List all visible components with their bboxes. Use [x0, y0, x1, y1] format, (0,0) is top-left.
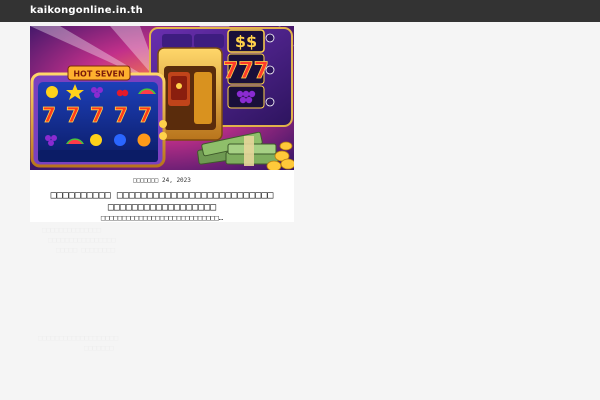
post-date: □□□□□□□ 24, 2023 — [133, 177, 191, 184]
svg-text:7: 7 — [114, 103, 128, 127]
post-card[interactable]: $$ 777 HOT SEVEN 7 7 7 7 7 □□□□□□□ 24, 2… — [30, 26, 294, 222]
post-title-link[interactable]: □□□□□□□□□□ □□□□□□□□□□□□□□□□□□□□□□□□□□□□□… — [50, 190, 274, 214]
svg-text:HOT SEVEN: HOT SEVEN — [73, 70, 124, 79]
svg-text:777: 777 — [223, 59, 269, 84]
svg-text:7: 7 — [42, 103, 56, 127]
page-content: $$ 777 HOT SEVEN 7 7 7 7 7 □□□□□□□ 24, 2… — [0, 22, 600, 400]
svg-text:$$: $$ — [235, 32, 257, 51]
svg-text:7: 7 — [66, 103, 80, 127]
site-header: kaikongonline.in.th — [0, 0, 600, 22]
post-excerpt: □□□□□□□□□□□□□□□□□□□□□□□□□□□□… — [100, 214, 224, 222]
svg-text:7: 7 — [138, 103, 152, 127]
faint-text-line: □□□□□□□□□□□□□□ — [42, 226, 102, 234]
site-title-link[interactable]: kaikongonline.in.th — [30, 4, 143, 17]
post-thumbnail[interactable]: $$ 777 HOT SEVEN 7 7 7 7 7 — [30, 26, 294, 170]
faint-text-line: □□□□□□□□□□□□□□□□ — [48, 236, 116, 244]
svg-text:7: 7 — [90, 103, 104, 127]
faint-text-line: □□□□□□□ — [84, 344, 114, 352]
faint-text-line: □□□□□□□□□□□□□□□□□□□ — [38, 334, 119, 342]
faint-text-line: □□□□□ □□□□□□□□ — [56, 246, 116, 254]
